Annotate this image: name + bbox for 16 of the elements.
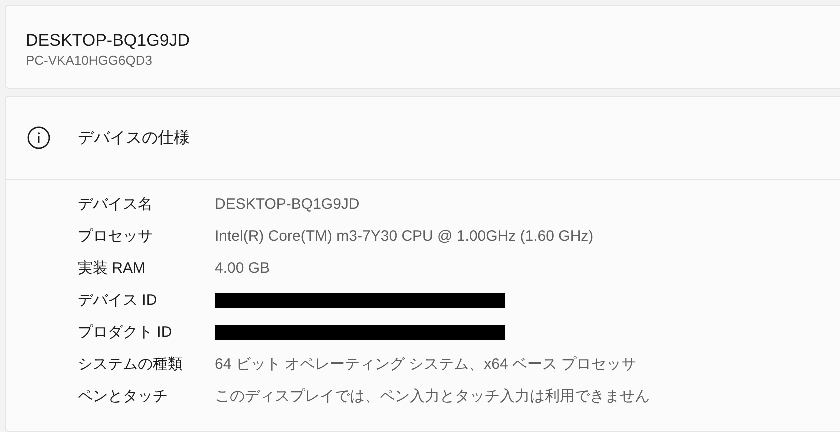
spec-label: ペンとタッチ <box>78 386 169 406</box>
spec-label: 実装 RAM <box>78 258 146 278</box>
device-name: DESKTOP-BQ1G9JD <box>26 30 192 52</box>
spec-value: 64 ビット オペレーティング システム、x64 ベース プロセッサ <box>215 354 637 374</box>
specs-title: デバイスの仕様 <box>78 128 190 148</box>
spec-label: システムの種類 <box>78 354 184 374</box>
spec-label: デバイス名 <box>78 194 154 214</box>
spec-label: デバイス ID <box>78 290 158 310</box>
spec-label: プロダクト ID <box>78 322 174 342</box>
spec-value: このディスプレイでは、ペン入力とタッチ入力は利用できません <box>215 386 650 406</box>
device-model: PC-VKA10HGG6QD3 <box>26 52 154 70</box>
spec-value: Intel(R) Core(TM) m3-7Y30 CPU @ 1.00GHz (1.60 GHz) <box>215 228 594 244</box>
spec-label: プロセッサ <box>78 226 154 246</box>
spec-value: 4.00 GB <box>215 260 270 276</box>
spec-value: DESKTOP-BQ1G9JD <box>215 196 360 212</box>
info-icon <box>27 126 51 150</box>
